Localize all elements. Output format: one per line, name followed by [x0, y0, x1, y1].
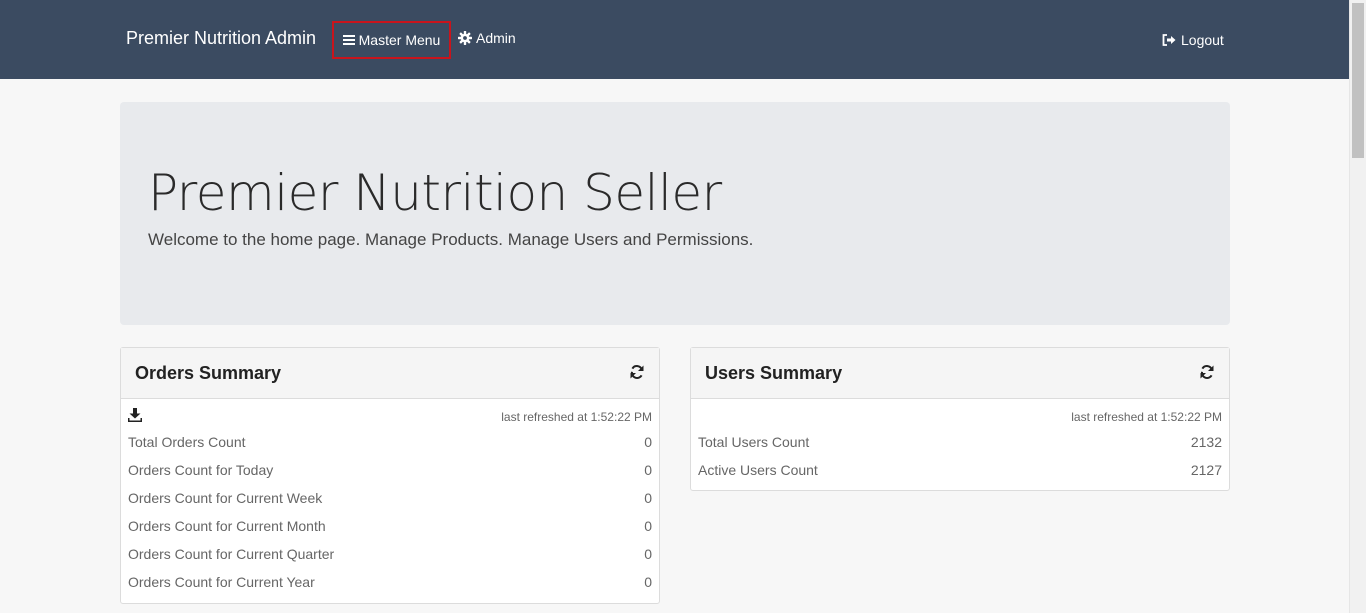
refresh-icon[interactable] — [629, 364, 645, 380]
orders-panel-heading: Orders Summary — [121, 348, 659, 399]
scrollbar-thumb[interactable] — [1352, 3, 1364, 158]
orders-row-label: Orders Count for Current Year — [128, 574, 315, 590]
vertical-scrollbar[interactable] — [1349, 0, 1366, 613]
orders-row-label: Total Orders Count — [128, 434, 246, 450]
page-subtitle: Welcome to the home page. Manage Product… — [148, 230, 754, 249]
orders-row-label: Orders Count for Today — [128, 462, 274, 478]
orders-row-label: Orders Count for Current Quarter — [128, 546, 335, 562]
list-item: Total Users Count 2132 — [698, 434, 1222, 462]
orders-summary-panel: Orders Summary last refreshed at 1:52:22… — [120, 347, 660, 604]
orders-row-value: 0 — [644, 462, 652, 478]
download-icon[interactable] — [128, 408, 142, 422]
master-menu-label: Master Menu — [358, 32, 441, 48]
top-navbar: Premier Nutrition Admin Master Menu Admi… — [0, 0, 1349, 79]
users-panel-title: Users Summary — [705, 363, 843, 383]
gear-icon — [458, 31, 472, 45]
list-item: Orders Count for Current Year 0 — [128, 574, 652, 602]
orders-row-label: Orders Count for Current Month — [128, 518, 326, 534]
brand-title[interactable]: Premier Nutrition Admin — [126, 28, 316, 49]
logout-label: Logout — [1181, 32, 1224, 48]
sign-out-icon — [1162, 34, 1176, 46]
users-last-refreshed: last refreshed at 1:52:22 PM — [1071, 410, 1222, 424]
list-item: Active Users Count 2127 — [698, 462, 1222, 490]
list-item: Orders Count for Current Month 0 — [128, 518, 652, 546]
admin-label: Admin — [476, 30, 516, 46]
users-panel-heading: Users Summary — [691, 348, 1229, 399]
hamburger-icon — [342, 34, 355, 46]
users-row-label: Active Users Count — [698, 462, 818, 478]
users-summary-panel: Users Summary last refreshed at 1:52:22 … — [690, 347, 1230, 491]
list-item: Total Orders Count 0 — [128, 434, 652, 462]
orders-row-value: 0 — [644, 546, 652, 562]
orders-row-value: 0 — [644, 434, 652, 450]
orders-panel-title: Orders Summary — [135, 363, 282, 383]
logout-button[interactable]: Logout — [1162, 32, 1224, 48]
users-row-value: 2132 — [1190, 434, 1222, 450]
master-menu-button[interactable]: Master Menu — [332, 21, 451, 59]
users-row-value: 2127 — [1190, 462, 1222, 478]
welcome-banner: Premier Nutrition Seller Welcome to the … — [120, 102, 1230, 325]
page-title: Premier Nutrition Seller — [148, 164, 722, 222]
orders-row-value: 0 — [644, 490, 652, 506]
orders-row-value: 0 — [644, 518, 652, 534]
list-item: Orders Count for Current Week 0 — [128, 490, 652, 518]
users-row-label: Total Users Count — [698, 434, 810, 450]
list-item: Orders Count for Current Quarter 0 — [128, 546, 652, 574]
refresh-icon[interactable] — [1199, 364, 1215, 380]
orders-row-label: Orders Count for Current Week — [128, 490, 323, 506]
orders-row-value: 0 — [644, 574, 652, 590]
list-item: Orders Count for Today 0 — [128, 462, 652, 490]
orders-last-refreshed: last refreshed at 1:52:22 PM — [501, 410, 652, 424]
admin-menu-button[interactable]: Admin — [458, 30, 516, 46]
